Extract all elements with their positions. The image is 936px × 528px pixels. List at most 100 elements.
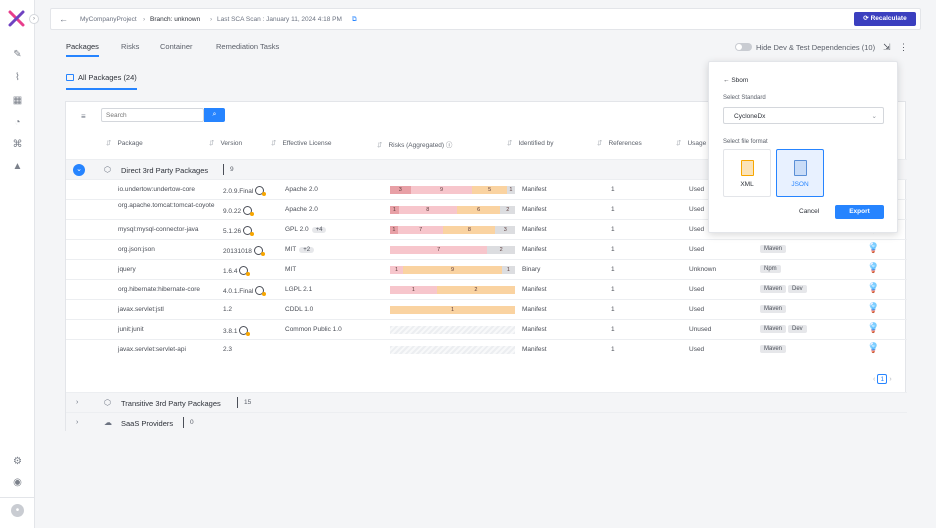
usage-status: Used [689,286,705,293]
plugin-icon[interactable]: ✎ [11,48,24,61]
package-name[interactable]: io.undertow:undertow-core [118,186,218,194]
risk-bar[interactable]: 1783 [390,226,515,234]
package-name[interactable]: org.hibernate:hibernate-core [118,286,218,294]
risk-bar[interactable]: 72 [390,246,515,254]
remediation-bulb-icon[interactable]: 💡 [867,343,879,354]
project-name[interactable]: MyCompanyProject [80,16,137,23]
info-icon[interactable]: ⓘ [446,142,453,149]
remediation-bulb-icon[interactable]: 💡 [867,303,879,314]
table-row[interactable]: org.json:json 20131018 MIT +2 7 2 Manifest 1 Use… [66,239,907,259]
checkmarx-logo[interactable] [8,10,25,27]
expand-chevron-icon[interactable]: › [76,419,78,426]
risk-bar[interactable]: 1 [390,306,515,314]
col-license[interactable]: ⇵ Effective License [271,139,331,149]
tab-remediation-tasks[interactable]: Remediation Tasks [216,42,279,51]
outdated-clock-icon[interactable] [239,326,251,336]
risk-bar[interactable]: 191 [390,266,515,274]
format-json-option[interactable]: JSON [776,149,824,197]
recalculate-button[interactable]: ⟳ Recalculate [854,12,916,26]
risk-segment-none [390,326,515,334]
col-usage[interactable]: ⇵ Usage [676,139,706,149]
package-name[interactable]: mysql:mysql-connector-java [118,226,218,234]
copy-icon[interactable]: ⧉ [352,16,357,24]
expand-chevron-icon[interactable]: › [76,399,78,406]
collapse-chevron-icon[interactable]: ⌄ [73,164,85,176]
speedometer-icon[interactable]: ◔ [11,116,24,129]
recalculate-icon: ⟳ [863,15,871,22]
search-input[interactable] [101,108,204,122]
package-name[interactable]: org.json:json [118,246,218,254]
tab-container[interactable]: Container [160,42,193,51]
filter-icon[interactable]: ≡ [81,112,86,121]
risk-bar[interactable]: 12 [390,286,515,294]
package-name[interactable]: javax.servlet:servlet-api [118,346,218,354]
export-icon[interactable]: ⇲ [883,42,891,53]
prev-page-icon[interactable]: ‹ [873,376,875,383]
remediation-bulb-icon[interactable]: 💡 [867,323,879,334]
table-row[interactable]: org.hibernate:hibernate-core 4.0.1.Final L… [66,279,907,299]
version-text: 2.0.9.Final [223,188,254,195]
package-name[interactable]: org.apache.tomcat:tomcat-coyote [118,202,218,210]
cancel-button[interactable]: Cancel [799,208,819,215]
back-arrow-icon[interactable]: ← [59,14,68,24]
col-version[interactable]: ⇵ Version [209,139,242,149]
package-tags: Maven [760,345,788,353]
subtab-all-packages[interactable]: All Packages (24) [66,73,137,90]
package-name[interactable]: jquery [118,266,218,274]
tag-badge: Maven [760,245,787,253]
license-more-pill[interactable]: +4 [311,227,327,233]
main-area: ← MyCompanyProject › Branch: unknown › L… [35,0,936,528]
remediation-bulb-icon[interactable]: 💡 [867,263,879,274]
package-name[interactable]: junit:junit [118,326,218,334]
hide-dev-label: Hide Dev & Test Dependencies (10) [756,43,876,52]
col-risks[interactable]: ⇵ Risks (Aggregated) ⓘ [377,139,452,149]
package-version: 1.6.4 [223,266,251,276]
outdated-clock-icon[interactable] [253,246,265,256]
remediation-bulb-icon[interactable]: 💡 [867,243,879,254]
table-row[interactable]: jquery 1.6.4 MIT 1 9 1 Binary 1 Unknown Npm 💡 [66,259,907,279]
references-count: 1 [611,326,615,333]
risk-segment-high: 7 [390,246,488,254]
table-row[interactable]: junit:junit 3.8.1 Common Public 1.0 Manifes… [66,319,907,339]
group-transitive[interactable]: › ⬡ Transitive 3rd Party Packages 15 [66,392,907,412]
standard-select[interactable]: CycloneDx ⌄ [723,107,884,124]
col-package[interactable]: ⇵ Package [106,139,143,149]
tab-packages[interactable]: Packages [66,42,99,57]
branch-name[interactable]: Branch: unknown [150,16,200,23]
version-text: 1.2 [223,306,233,313]
sbom-title[interactable]: ← Sbom [723,77,748,84]
col-identified-by[interactable]: ⇵ Identified by [507,139,554,149]
hide-dev-toggle[interactable] [735,43,752,51]
table-row[interactable]: javax.servlet:jstl 1.2 CDDL 1.0 1 Manifest 1 U… [66,299,907,319]
connector-icon[interactable]: ⌘ [11,138,24,151]
risk-bar[interactable] [390,346,515,354]
dashboard-icon[interactable]: ▦ [11,94,24,107]
graduation-icon[interactable]: ▲ [11,160,24,173]
outdated-clock-icon[interactable] [255,286,267,296]
group-saas[interactable]: › ☁ SaaS Providers 0 [66,412,907,432]
col-references[interactable]: ⇵ References [597,139,642,149]
settings-gear-icon[interactable]: ⚙ [11,455,24,468]
export-button[interactable]: Export [835,205,884,219]
next-page-icon[interactable]: › [889,376,891,383]
risk-bar[interactable] [390,326,515,334]
format-xml-option[interactable]: XML [723,149,771,197]
risk-bar[interactable]: 3951 [390,186,515,194]
user-avatar-icon[interactable]: • [11,504,24,517]
license-more-pill[interactable]: +2 [299,247,315,253]
table-row[interactable]: javax.servlet:servlet-api 2.3 Manifest 1 Use… [66,339,907,359]
outdated-clock-icon[interactable] [243,226,255,236]
remediation-bulb-icon[interactable]: 💡 [867,283,879,294]
risk-bar[interactable]: 1862 [390,206,515,214]
more-options-icon[interactable]: ⋮ [899,42,908,53]
outdated-clock-icon[interactable] [243,206,255,216]
package-name[interactable]: javax.servlet:jstl [118,306,218,314]
outdated-clock-icon[interactable] [239,266,251,276]
chart-icon[interactable]: ⌇ [11,71,24,84]
search-icon[interactable]: ⌕ [204,108,225,122]
page-current[interactable]: 1 [877,374,888,384]
help-icon[interactable]: ◉ [11,476,24,489]
outdated-clock-icon[interactable] [255,186,267,196]
references-count: 1 [611,186,615,193]
tab-risks[interactable]: Risks [121,42,139,51]
